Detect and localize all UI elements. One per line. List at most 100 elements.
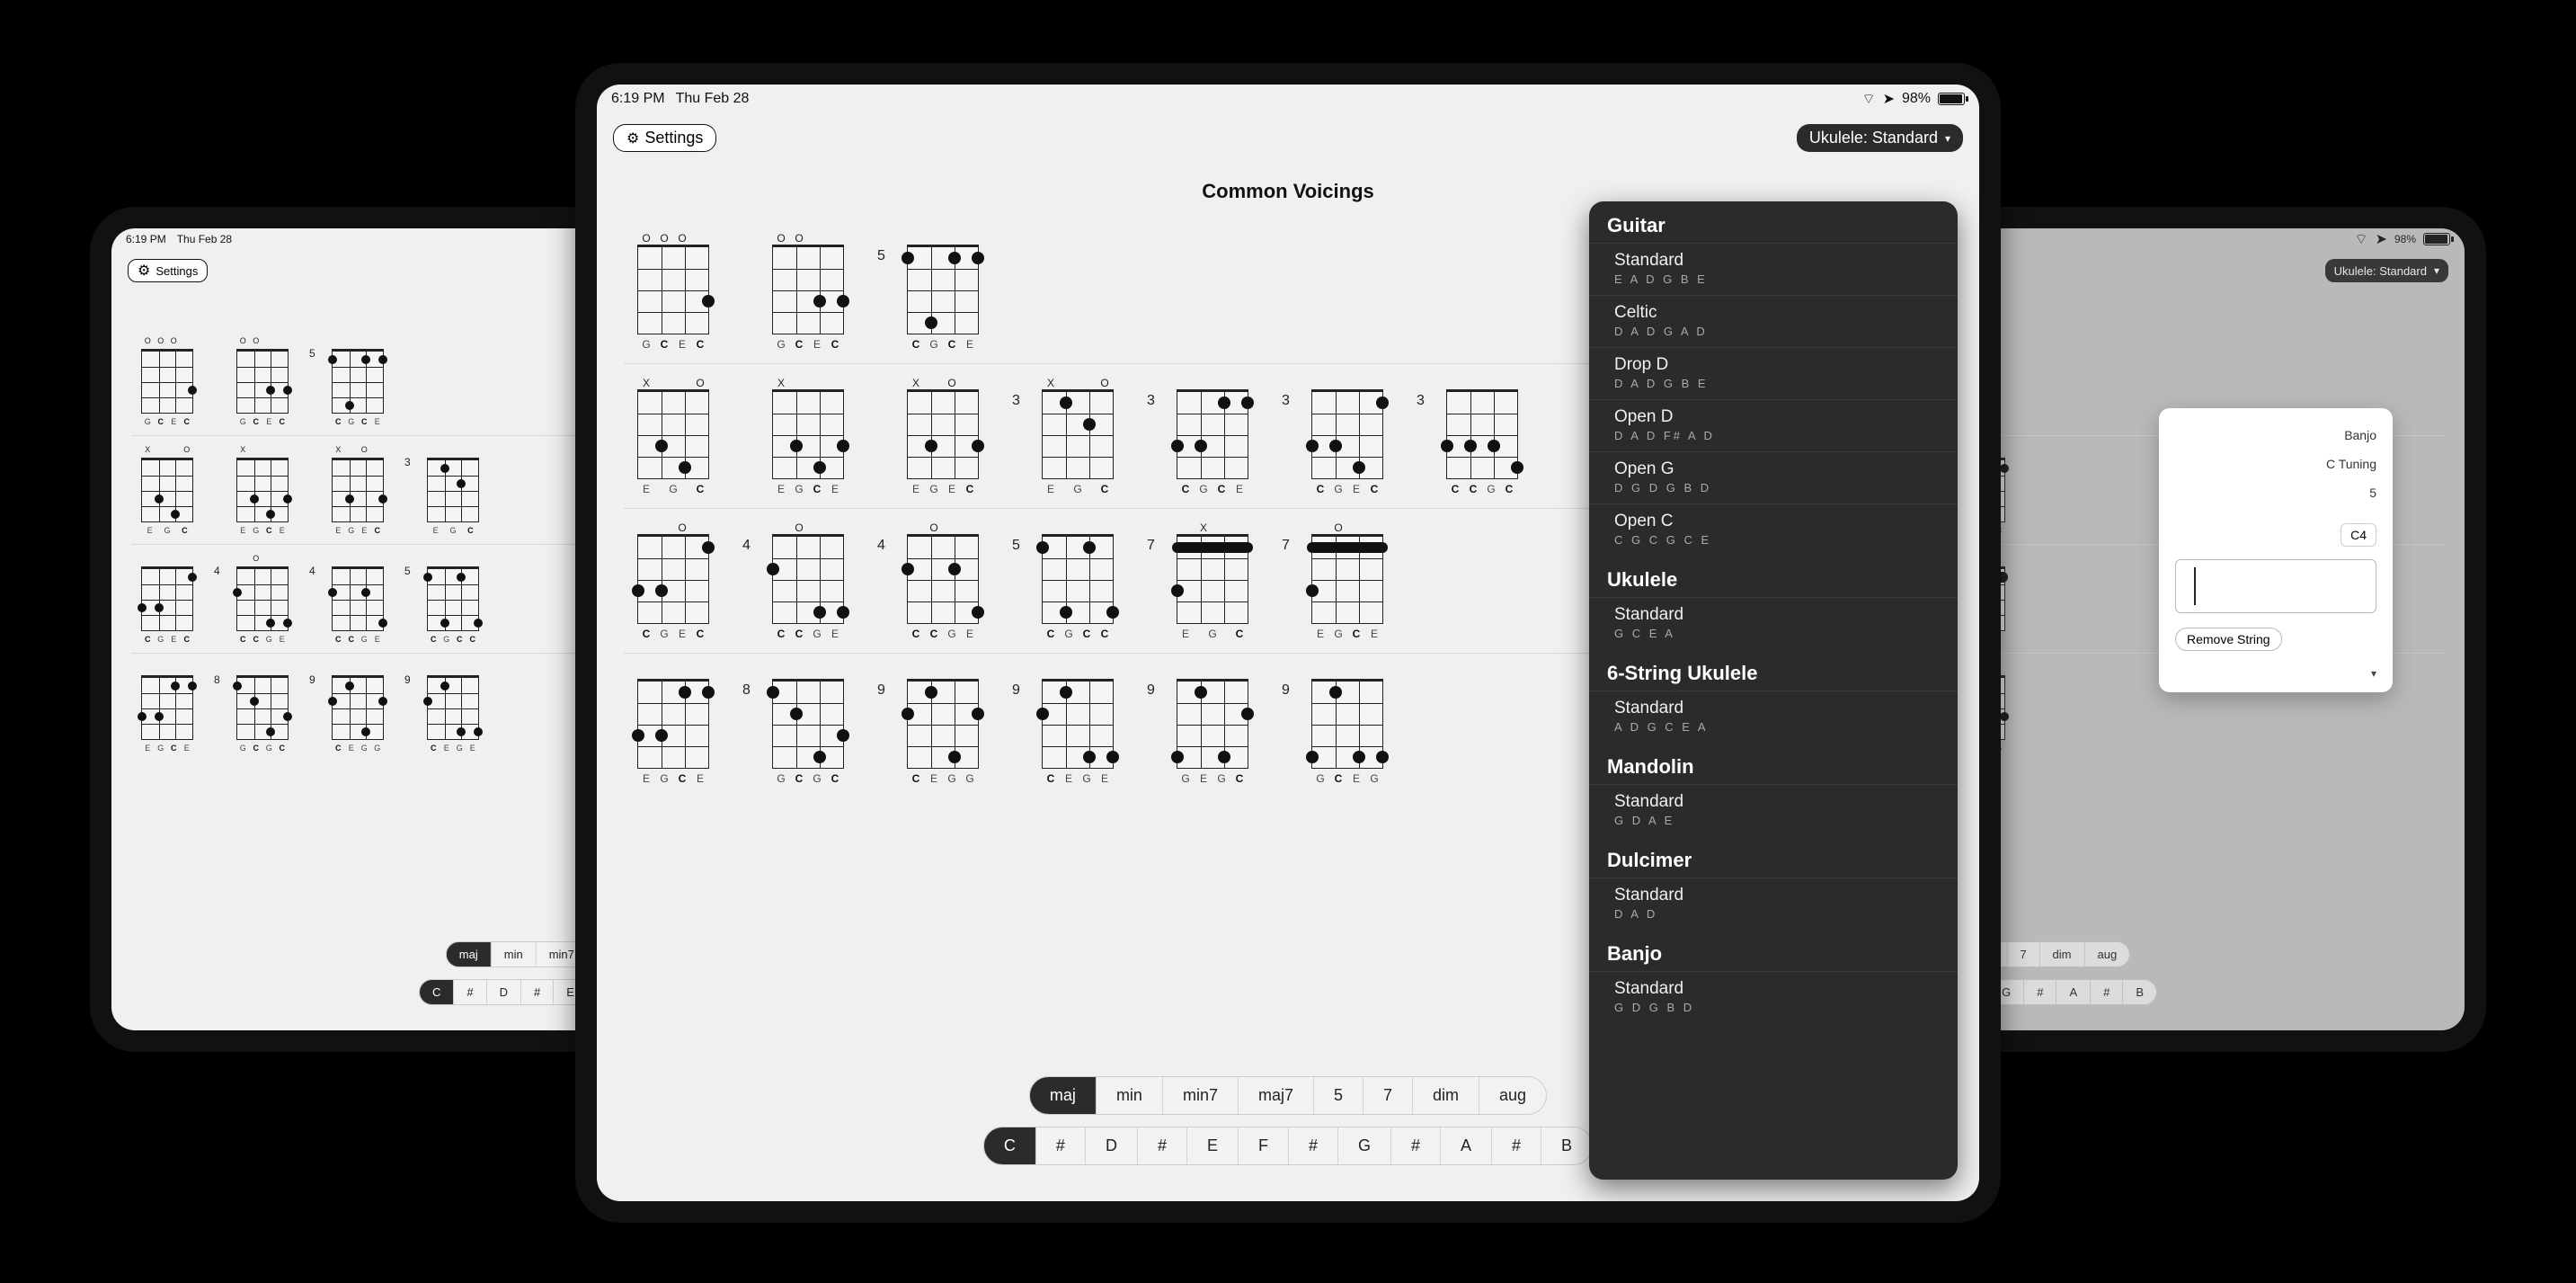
settings-button[interactable]: ⚙ Settings [613, 124, 716, 152]
chord-diagram[interactable]: 4CCGE [322, 554, 394, 644]
chord-diagram[interactable]: 4OCCGE [893, 521, 992, 640]
chord-diagram[interactable]: 9CEGE [417, 663, 489, 753]
tuning-option[interactable]: Open DD A D F# A D [1589, 399, 1958, 451]
chord-diagram[interactable]: XOEGC [624, 377, 723, 495]
chord-type-selector[interactable]: majminmin7maj757dimaug [1029, 1076, 1547, 1115]
settings-button[interactable]: ⚙ Settings [128, 259, 208, 282]
pill-dim[interactable]: dim [1413, 1077, 1479, 1114]
pill-#[interactable]: # [1036, 1127, 1086, 1164]
pill-F[interactable]: F [1239, 1127, 1289, 1164]
pill-maj[interactable]: maj [447, 942, 492, 967]
tuning-option[interactable]: StandardG D A E [1589, 784, 1958, 836]
pill-dim[interactable]: dim [2040, 942, 2085, 967]
pill-C[interactable]: C [420, 980, 454, 1004]
chord-diagram[interactable]: XOEGEC [322, 445, 394, 535]
fret-number: 5 [404, 565, 411, 577]
pill-#[interactable]: # [1138, 1127, 1187, 1164]
chord-diagram[interactable]: 4OCCGE [759, 521, 857, 640]
chord-diagram[interactable]: 7XEGC [1163, 521, 1262, 640]
tuning-option[interactable]: Open CC G C G C E [1589, 503, 1958, 556]
chord-diagram[interactable]: 3CGEC [1298, 377, 1397, 495]
chord-diagram[interactable]: XEGCE [227, 445, 298, 535]
tuning-menu[interactable]: GuitarStandardE A D G B ECelticD A D G A… [1589, 201, 1958, 1180]
pill-min7[interactable]: min7 [1163, 1077, 1239, 1114]
chord-diagram[interactable]: 3XOEGC [1028, 377, 1127, 495]
tuning-option[interactable]: StandardE A D G B E [1589, 243, 1958, 295]
chord-diagram[interactable]: 9GEGC [1163, 666, 1262, 785]
tuning-selector[interactable]: Ukulele: Standard ▾ [1797, 124, 1963, 152]
popover-strings[interactable]: 5 [2369, 486, 2376, 500]
chord-diagram[interactable]: 7EGCE [131, 663, 203, 753]
pill-#[interactable]: # [454, 980, 486, 1004]
chord-diagram[interactable]: OOGCEC [227, 336, 298, 426]
chord-diagram[interactable]: XOEGC [131, 445, 203, 535]
pill-#[interactable]: # [2024, 980, 2056, 1004]
pill-G[interactable]: G [1338, 1127, 1391, 1164]
chord-diagram[interactable]: 8GCGC [759, 666, 857, 785]
pill-#[interactable]: # [2091, 980, 2123, 1004]
pill-D[interactable]: D [1086, 1127, 1138, 1164]
chord-diagram[interactable]: XOEGEC [893, 377, 992, 495]
pill-#[interactable]: # [1289, 1127, 1338, 1164]
chord-diagram[interactable]: 7OEGCE [1298, 521, 1397, 640]
chord-diagram[interactable]: 9CEGE [1028, 666, 1127, 785]
root-note-selector[interactable]: C#D#EF#G#A#B [983, 1127, 1593, 1165]
chord-diagram[interactable]: 8GCGC [227, 663, 298, 753]
pill-B[interactable]: B [1541, 1127, 1592, 1164]
chord-diagram[interactable]: 3CGEC [131, 554, 203, 644]
chevron-down-icon: ▾ [2434, 264, 2439, 277]
pill-maj[interactable]: maj [1030, 1077, 1097, 1114]
tuning-option[interactable]: StandardG D G B D [1589, 971, 1958, 1023]
pill-#[interactable]: # [1391, 1127, 1441, 1164]
tuning-option[interactable]: Drop DD A D G B E [1589, 347, 1958, 399]
fret-number: 4 [742, 538, 751, 554]
chord-diagram[interactable]: 3CCGC [1433, 377, 1532, 495]
pill-7[interactable]: 7 [2007, 942, 2039, 967]
chevron-down-icon[interactable]: ▾ [2175, 667, 2376, 680]
pill-#[interactable]: # [1492, 1127, 1541, 1164]
chord-diagram[interactable]: XEGCE [759, 377, 857, 495]
chord-diagram[interactable]: 4OCCGE [227, 554, 298, 644]
pill-D[interactable]: D [487, 980, 521, 1004]
chord-diagram[interactable]: 5CGCC [1028, 521, 1127, 640]
pill-min[interactable]: min [1097, 1077, 1163, 1114]
pill-A[interactable]: A [2056, 980, 2091, 1004]
chord-diagram[interactable]: 5CGCE [893, 232, 992, 351]
pill-maj7[interactable]: maj7 [1239, 1077, 1314, 1114]
chord-diagram[interactable]: OOOGCEC [624, 232, 723, 351]
pill-5[interactable]: 5 [1314, 1077, 1364, 1114]
wifi-icon: ⌔ [1862, 90, 1876, 108]
chord-diagram[interactable]: 3EGC [417, 445, 489, 535]
chord-diagram[interactable]: OOGCEC [759, 232, 857, 351]
pill-min[interactable]: min [492, 942, 537, 967]
chord-diagram[interactable]: 3OCGEC [624, 521, 723, 640]
chord-diagram[interactable]: 5CGCE [322, 336, 394, 426]
chord-diagram[interactable]: 9CEGG [322, 663, 394, 753]
pill-C[interactable]: C [984, 1127, 1036, 1164]
tuning-option[interactable]: StandardA D G C E A [1589, 691, 1958, 743]
tuning-option[interactable]: StandardD A D [1589, 878, 1958, 930]
pill-#[interactable]: # [521, 980, 554, 1004]
note-edit-field[interactable] [2175, 559, 2376, 613]
chord-diagram[interactable]: 9GCEG [1298, 666, 1397, 785]
pill-E[interactable]: E [1187, 1127, 1239, 1164]
chord-diagram[interactable]: 5CGCC [417, 554, 489, 644]
chord-diagram[interactable]: 3CGCE [1163, 377, 1262, 495]
tuning-selector[interactable]: Ukulele: Standard ▾ [2325, 259, 2448, 282]
tuning-option[interactable]: StandardG C E A [1589, 597, 1958, 649]
chevron-down-icon: ▾ [1945, 132, 1950, 145]
pill-B[interactable]: B [2123, 980, 2156, 1004]
chord-diagram[interactable]: 9CEGG [893, 666, 992, 785]
pill-aug[interactable]: aug [2085, 942, 2130, 967]
pill-aug[interactable]: aug [1479, 1077, 1546, 1114]
tuning-option[interactable]: CelticD A D G A D [1589, 295, 1958, 347]
pill-A[interactable]: A [1441, 1127, 1492, 1164]
remove-string-button[interactable]: Remove String [2175, 628, 2282, 651]
tuning-option[interactable]: Open GD G D G B D [1589, 451, 1958, 503]
popover-tuning[interactable]: C Tuning [2326, 457, 2376, 471]
chord-diagram[interactable]: 7EGCE [624, 666, 723, 785]
chord-diagram[interactable]: OOOGCEC [131, 336, 203, 426]
pill-7[interactable]: 7 [1364, 1077, 1413, 1114]
popover-instrument[interactable]: Banjo [2344, 428, 2376, 442]
note-keycap[interactable]: C4 [2341, 523, 2376, 547]
